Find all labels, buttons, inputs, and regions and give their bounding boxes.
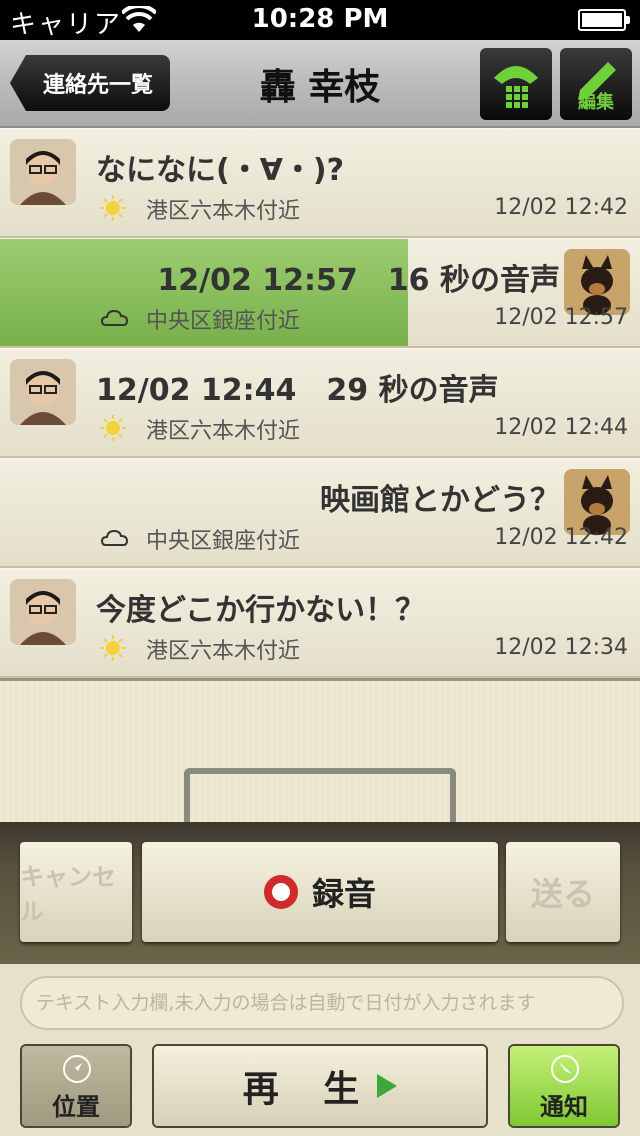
man-avatar [10,359,76,425]
cancel-button[interactable]: キャンセル [20,842,132,942]
message-text: 12/02 12:57 16 秒の音声 [157,263,560,298]
text-input[interactable]: テキスト入力欄,未入力の場合は自動で日付が入力されます [20,976,624,1030]
page-title: 轟 幸枝 [259,67,381,108]
play-icon [377,1074,398,1098]
message-text: 12/02 12:44 29 秒の音声 [96,373,499,408]
notify-label: 通知 [540,1093,588,1121]
battery-icon [578,9,630,31]
message-location: 港区六本木付近 [146,639,301,664]
cloud-icon [100,309,129,326]
message-time: 12/02 12:42 [494,195,628,220]
message-text: なになに(・∀・)? [96,153,345,188]
input-area: テキスト入力欄,未入力の場合は自動で日付が入力されます 位置 再 生 通知 [0,964,640,1136]
clock: 10:28 PM [251,4,389,34]
cloud-icon [100,529,129,546]
compass-icon [63,1055,91,1083]
message-row[interactable]: なになに(・∀・)? 港区六本木付近 12/02 12:42 [0,128,640,238]
message-row[interactable]: 12/02 12:57 16 秒の音声 中央区銀座付近 12/02 12:57 [0,238,640,348]
message-list: なになに(・∀・)? 港区六本木付近 12/02 12:42 12/02 12:… [0,128,640,678]
message-text: 映画館とかどう？ [320,483,560,518]
message-text: 今度どこか行かない！？ [96,593,426,628]
message-location: 中央区銀座付近 [146,529,301,554]
message-row[interactable]: 映画館とかどう？ 中央区銀座付近 12/02 12:42 [0,458,640,568]
record-icon [263,875,298,909]
message-row[interactable]: 今度どこか行かない！？ 港区六本木付近 12/02 12:34 [0,568,640,678]
call-button[interactable] [480,48,552,120]
status-bar: キャリア 10:28 PM [0,0,640,40]
sun-icon [100,415,126,441]
edit-button[interactable]: 編集 [560,48,632,120]
notify-button[interactable]: 通知 [510,1046,618,1126]
navigation-bar: 連絡先一覧 轟 幸枝 編集 [0,40,640,128]
message-location: 港区六本木付近 [146,419,301,444]
man-avatar [10,139,76,205]
man-avatar [10,579,76,645]
sun-icon [100,635,126,661]
send-button[interactable]: 送る [506,842,620,942]
notify-icon [551,1055,579,1083]
message-time: 12/02 12:57 [494,305,628,330]
message-time: 12/02 12:34 [494,635,628,660]
back-button[interactable]: 連絡先一覧 [10,55,170,111]
message-location: 港区六本木付近 [146,199,301,224]
record-controls: キャンセル 録音 送る [0,822,640,964]
message-row[interactable]: 12/02 12:44 29 秒の音声 港区六本木付近 12/02 12:44 [0,348,640,458]
play-label: 再 生 [242,1069,376,1110]
drawer-handle[interactable] [184,768,456,822]
record-button[interactable]: 録音 [142,842,498,942]
sun-icon [100,195,126,221]
message-time: 12/02 12:44 [494,415,628,440]
edit-label: 編集 [578,92,614,113]
location-button[interactable]: 位置 [22,1046,130,1126]
location-label: 位置 [52,1093,100,1121]
record-label: 録音 [311,875,376,913]
message-location: 中央区銀座付近 [146,309,301,334]
phone-icon [494,66,538,108]
play-button[interactable]: 再 生 [154,1046,486,1126]
message-time: 12/02 12:42 [494,525,628,550]
